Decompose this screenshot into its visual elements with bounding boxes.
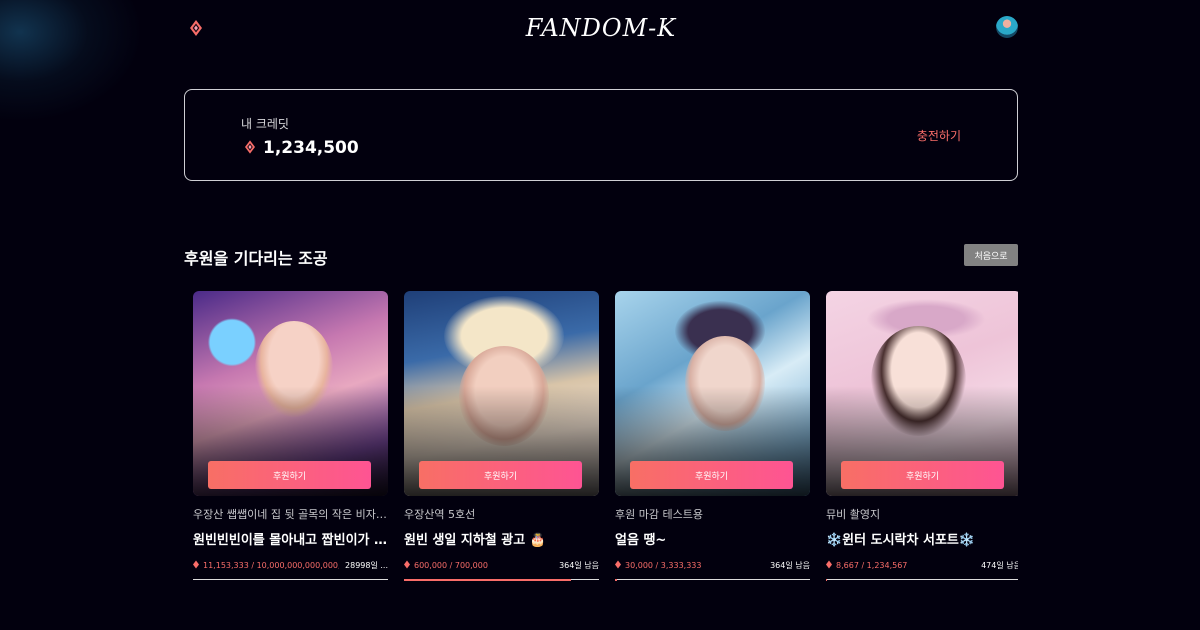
idol-photo: 후원하기 <box>193 291 388 496</box>
credit-diamond-icon <box>615 560 621 571</box>
card-subtitle: 뮤비 촬영지 <box>826 508 881 521</box>
progress-fill <box>826 578 828 581</box>
support-button[interactable]: 후원하기 <box>841 461 1004 489</box>
card-title: 원빈 생일 지하철 광고 🎂 <box>404 533 546 548</box>
section-title: 후원을 기다리는 조공 <box>184 249 328 268</box>
card-amount: 11,153,333 / 10,000,000,000,000,00 <box>203 561 340 570</box>
support-button[interactable]: 후원하기 <box>208 461 371 489</box>
card-meta: 600,000 / 700,000 364일 남음 <box>404 560 599 571</box>
card-amount: 30,000 / 3,333,333 <box>625 561 702 570</box>
card-subtitle: 우장산 쌥쌥이네 집 뒷 골목의 작은 비자금 ... <box>193 508 388 521</box>
credit-amount: 1,234,500 <box>263 138 359 158</box>
progress-fill <box>615 578 617 581</box>
progress-bar <box>193 579 388 580</box>
donation-card[interactable]: 후원하기 우장산 쌥쌥이네 집 뒷 골목의 작은 비자금 ... 원빈빈빈이를 … <box>193 291 388 580</box>
logo[interactable]: FANDOM-K <box>526 14 676 42</box>
card-carousel: 후원하기 우장산 쌥쌥이네 집 뒷 골목의 작은 비자금 ... 원빈빈빈이를 … <box>193 291 1018 591</box>
donation-card[interactable]: 후원하기 우장산역 5호선 원빈 생일 지하철 광고 🎂 600,000 / 7… <box>404 291 599 581</box>
card-title: 얼음 땡~ <box>615 533 667 548</box>
header: FANDOM-K <box>184 12 1018 46</box>
card-amount: 600,000 / 700,000 <box>414 561 488 570</box>
background-glow <box>0 0 140 120</box>
card-title: ❄️윈터 도시락차 서포트❄️ <box>826 533 976 548</box>
credit-diamond-icon <box>826 560 832 571</box>
card-days-left: 364일 남음 <box>770 561 810 570</box>
idol-photo: 후원하기 <box>615 291 810 496</box>
credit-amount-row: 1,234,500 <box>245 138 359 158</box>
credit-diamond-icon <box>404 560 410 571</box>
card-amount-group: 30,000 / 3,333,333 <box>615 560 702 571</box>
progress-bar <box>404 578 599 581</box>
donation-card[interactable]: 후원하기 뮤비 촬영지 ❄️윈터 도시락차 서포트❄️ 8,667 / 1,23… <box>826 291 1018 581</box>
idol-photo: 후원하기 <box>404 291 599 496</box>
support-button[interactable]: 후원하기 <box>419 461 582 489</box>
card-title: 원빈빈빈이를 몰아내고 짭빈이가 간다... <box>193 533 388 548</box>
card-amount: 8,667 / 1,234,567 <box>836 561 908 570</box>
support-button[interactable]: 후원하기 <box>630 461 793 489</box>
card-amount-group: 11,153,333 / 10,000,000,000,000,00 <box>193 560 339 571</box>
card-amount-group: 8,667 / 1,234,567 <box>826 560 907 571</box>
card-days-left: 364일 남음 <box>559 561 599 570</box>
donation-card[interactable]: 후원하기 후원 마감 테스트용 얼음 땡~ 30,000 / 3,333,333… <box>615 291 810 581</box>
card-subtitle: 우장산역 5호선 <box>404 508 476 521</box>
credit-label: 내 크레딧 <box>241 117 289 131</box>
card-days-left: 28998일 ... <box>345 561 388 570</box>
card-subtitle: 후원 마감 테스트용 <box>615 508 703 521</box>
charge-button[interactable]: 충전하기 <box>917 127 961 144</box>
card-days-left: 474일 남음 <box>981 561 1018 570</box>
card-meta: 8,667 / 1,234,567 474일 남음 <box>826 560 1018 571</box>
credit-diamond-icon <box>193 560 199 571</box>
progress-bar <box>826 578 1018 581</box>
first-page-button[interactable]: 처음으로 <box>964 244 1018 266</box>
card-meta: 30,000 / 3,333,333 364일 남음 <box>615 560 810 571</box>
idol-photo: 후원하기 <box>826 291 1018 496</box>
card-meta: 11,153,333 / 10,000,000,000,000,00 28998… <box>193 560 388 571</box>
progress-bar <box>615 578 810 581</box>
credit-panel: 내 크레딧 1,234,500 충전하기 <box>184 89 1018 181</box>
progress-fill <box>404 578 572 581</box>
credit-diamond-icon[interactable] <box>190 20 202 40</box>
profile-avatar[interactable] <box>996 16 1018 38</box>
card-amount-group: 600,000 / 700,000 <box>404 560 488 571</box>
credit-diamond-icon <box>245 139 255 158</box>
